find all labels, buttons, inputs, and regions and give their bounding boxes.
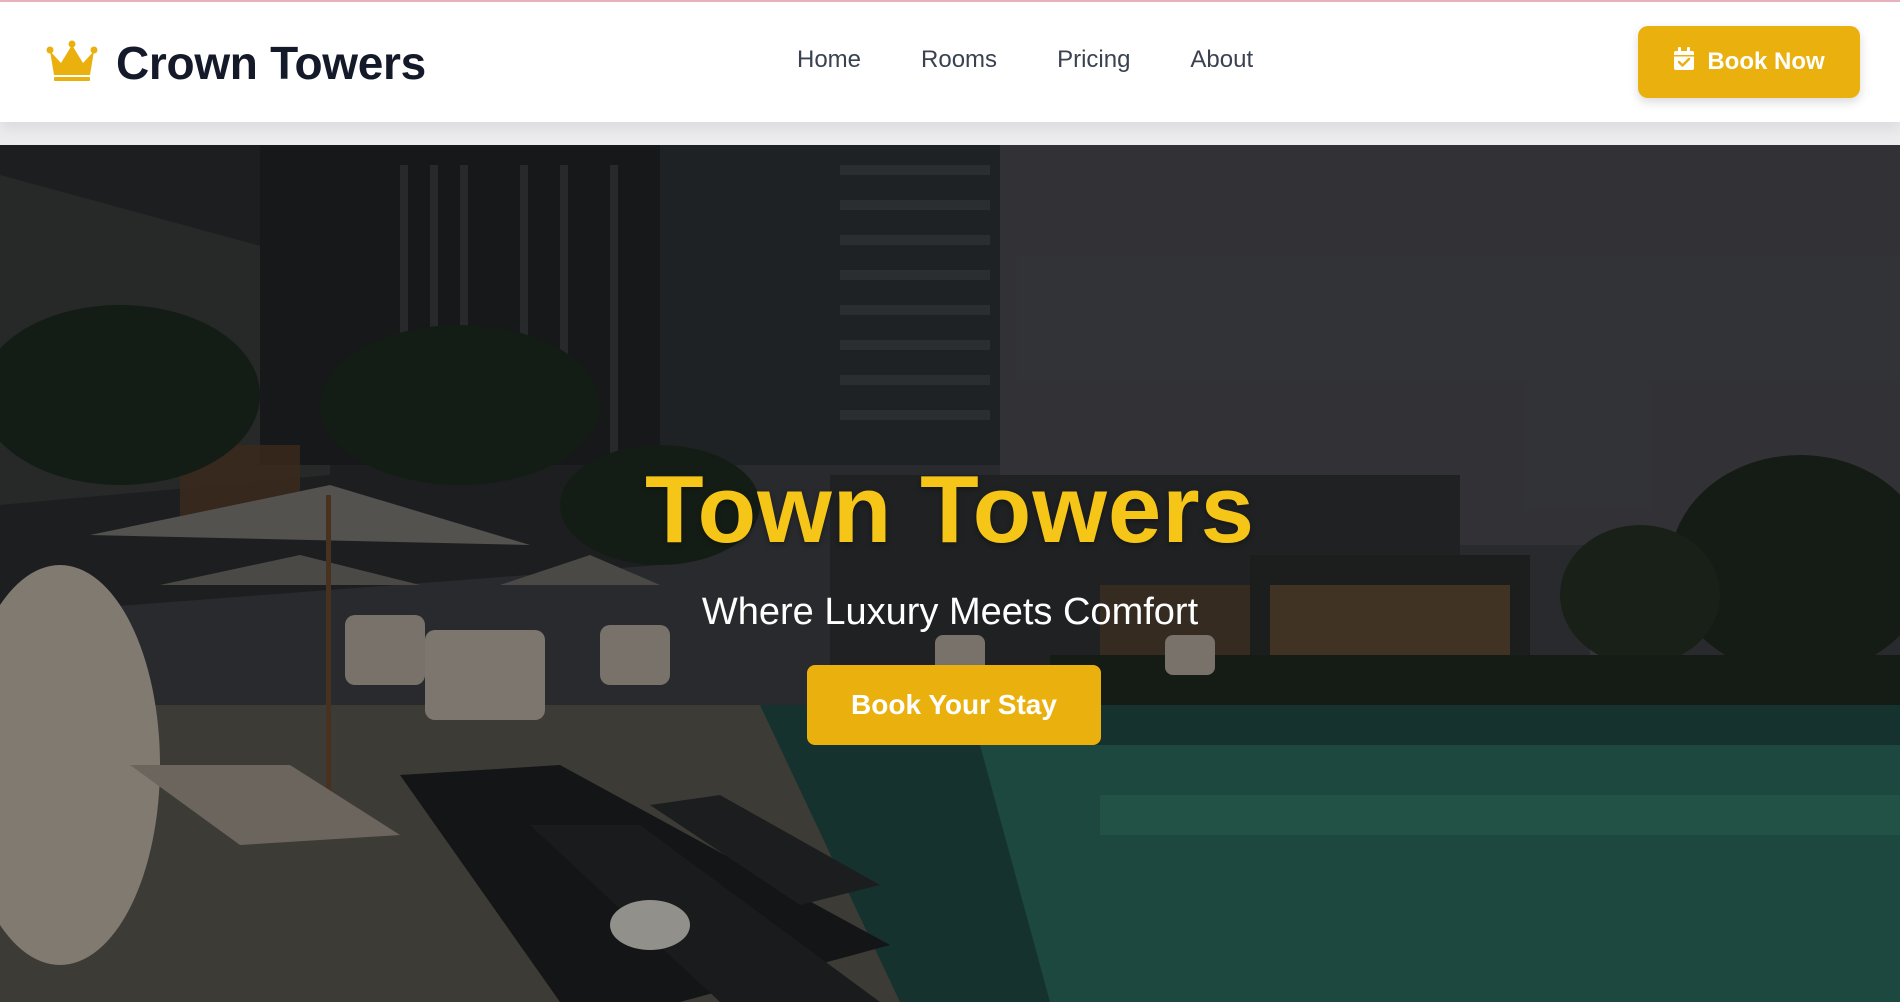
- nav-pricing[interactable]: Pricing: [1057, 46, 1130, 74]
- book-now-button[interactable]: Book Now: [1638, 26, 1860, 98]
- main-nav: Home Rooms Pricing About: [797, 46, 1313, 74]
- site-header: Crown Towers Home Rooms Pricing About Bo…: [0, 2, 1900, 122]
- brand-name: Crown Towers: [116, 37, 426, 89]
- book-now-label: Book Now: [1707, 48, 1825, 75]
- hero-subtitle: Where Luxury Meets Comfort: [701, 591, 1199, 633]
- crown-icon: [46, 39, 98, 88]
- nav-about[interactable]: About: [1190, 46, 1253, 74]
- hero-overlay: [0, 145, 1900, 1002]
- nav-home[interactable]: Home: [797, 46, 861, 74]
- book-your-stay-button[interactable]: Book Your Stay: [807, 665, 1101, 745]
- nav-rooms[interactable]: Rooms: [921, 46, 997, 74]
- hero-section: Town Towers Where Luxury Meets Comfort B…: [0, 145, 1900, 1002]
- brand[interactable]: Crown Towers: [46, 36, 426, 90]
- calendar-check-icon: [1673, 46, 1695, 78]
- hero-title: Town Towers: [644, 456, 1256, 563]
